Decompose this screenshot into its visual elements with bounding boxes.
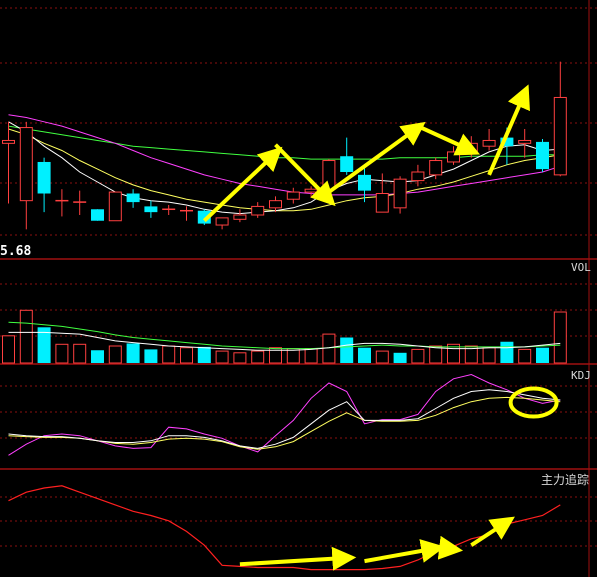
- price-label: 5.68: [0, 244, 31, 259]
- volume-bar: [126, 343, 140, 363]
- volume-bar: [518, 348, 532, 364]
- candle-body: [393, 178, 407, 209]
- tracker-panel-label: 主力追踪: [541, 472, 589, 487]
- candle-body: [144, 206, 158, 213]
- volume-bar: [73, 343, 87, 364]
- volume-bar: [91, 350, 104, 363]
- annotation-circle: [508, 386, 559, 419]
- volume-panel: [2, 309, 567, 364]
- panel-dividers: [0, 258, 597, 470]
- volume-bar: [411, 348, 425, 364]
- candle-body: [482, 139, 496, 147]
- stock-chart: 5.68 VOL KDJ 主力追踪: [0, 0, 597, 577]
- volume-bar: [233, 352, 247, 364]
- kdj-panel-label: KDJ: [571, 369, 591, 382]
- annotation-arrow: [435, 535, 464, 560]
- volume-bar: [2, 335, 15, 364]
- volume-bar: [393, 352, 407, 363]
- candle-body: [286, 191, 300, 200]
- volume-bar: [55, 343, 69, 364]
- annotation-arrow: [417, 124, 481, 156]
- volume-panel-label: VOL: [571, 261, 591, 274]
- volume-bar: [429, 345, 443, 364]
- volume-ma10-line: [8, 321, 561, 350]
- kdj-k-line: [8, 389, 561, 449]
- annotation-arrow: [239, 546, 357, 571]
- volume-bar: [304, 348, 318, 364]
- volume-bar: [19, 309, 33, 364]
- tracker-line: [8, 485, 561, 571]
- candle-body: [536, 141, 549, 170]
- candle-body: [126, 193, 140, 203]
- candle-body: [37, 161, 51, 194]
- volume-bar: [144, 349, 158, 363]
- candle-body: [375, 193, 389, 213]
- kdj-panel: [8, 373, 561, 456]
- volume-bar: [482, 347, 496, 364]
- candlestick-panel: [2, 61, 567, 230]
- volume-bar: [251, 350, 265, 364]
- volume-bar: [162, 345, 176, 364]
- candle-body: [2, 139, 15, 144]
- candle-body: [322, 160, 336, 190]
- volume-bar: [180, 347, 193, 364]
- candle-body: [269, 200, 282, 209]
- candle-body: [518, 139, 532, 144]
- candle-body: [411, 171, 425, 182]
- volume-bar: [358, 347, 371, 363]
- ma10-line: [8, 128, 561, 212]
- annotations: [202, 84, 559, 571]
- candle-body: [108, 191, 122, 222]
- volume-bar: [375, 350, 389, 364]
- candle-body: [447, 151, 460, 163]
- candle-body: [251, 205, 265, 216]
- volume-bar: [553, 311, 567, 364]
- candle-body: [91, 209, 104, 221]
- grid-lines: [0, 0, 597, 577]
- candle-body: [553, 96, 567, 176]
- volume-bar: [500, 341, 514, 363]
- candle-body: [304, 188, 318, 193]
- candle-body: [19, 127, 33, 202]
- kdj-j-line: [8, 373, 561, 456]
- annotation-arrow: [274, 143, 336, 207]
- candle-body: [233, 214, 247, 220]
- volume-bar: [536, 347, 549, 363]
- volume-bar: [340, 337, 354, 363]
- volume-bar: [197, 346, 211, 363]
- volume-bar: [215, 350, 229, 364]
- annotation-arrow: [470, 516, 515, 547]
- volume-bar: [108, 345, 122, 364]
- annotation-arrow: [364, 539, 446, 564]
- candle-body: [340, 156, 354, 172]
- tracker-panel: [8, 485, 561, 571]
- candle-body: [358, 174, 371, 191]
- candle-body: [429, 160, 443, 176]
- candle-body: [215, 217, 229, 226]
- kdj-d-line: [8, 396, 561, 450]
